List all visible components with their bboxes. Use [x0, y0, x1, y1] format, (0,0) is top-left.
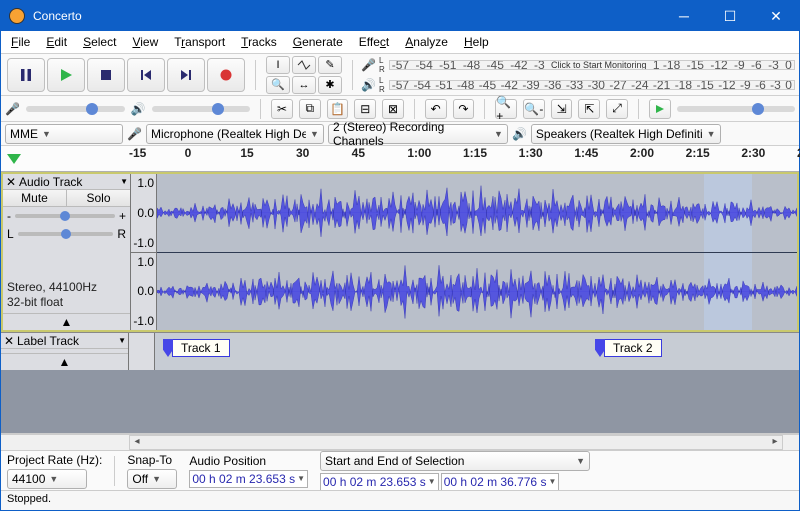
- menu-edit[interactable]: Edit: [38, 33, 75, 51]
- fit-project-button[interactable]: ⇱: [578, 99, 600, 119]
- audio-host-combo[interactable]: MME▼: [5, 124, 123, 144]
- zoom-tool[interactable]: 🔍: [266, 76, 290, 94]
- selection-mode-combo[interactable]: Start and End of Selection▼: [320, 451, 590, 471]
- project-rate-combo[interactable]: 44100▼: [7, 469, 87, 489]
- mic-icon: 🎤: [127, 127, 142, 141]
- tools-toolbar: I ✎ 🔍 ↔ ✱: [266, 56, 342, 94]
- selection-end-field[interactable]: 00 h 02 m 36.776 s▼: [441, 473, 560, 491]
- skip-start-button[interactable]: [127, 58, 165, 92]
- close-button[interactable]: ✕: [753, 1, 799, 31]
- playback-device-combo[interactable]: Speakers (Realtek High Definiti▼: [531, 124, 721, 144]
- recording-device-combo[interactable]: Microphone (Realtek High Defini▼: [146, 124, 324, 144]
- menu-help[interactable]: Help: [456, 33, 497, 51]
- speaker-icon: 🔊: [361, 78, 376, 92]
- maximize-button[interactable]: ☐: [707, 1, 753, 31]
- multi-tool[interactable]: ✱: [318, 76, 342, 94]
- gain-slider[interactable]: -+: [3, 207, 130, 225]
- waveform-area[interactable]: [157, 174, 797, 330]
- speaker-icon: 🔊: [131, 102, 146, 116]
- mic-icon: 🎤: [5, 102, 20, 116]
- horizontal-scrollbar[interactable]: ◂▸: [1, 434, 799, 450]
- menu-select[interactable]: Select: [75, 33, 124, 51]
- waveform-right-channel: [157, 253, 797, 331]
- play-button[interactable]: [47, 58, 85, 92]
- snap-to-combo[interactable]: Off▼: [127, 469, 177, 489]
- stop-button[interactable]: [87, 58, 125, 92]
- window-title: Concerto: [33, 9, 661, 23]
- recording-volume-slider[interactable]: [26, 106, 125, 112]
- timeline-ruler[interactable]: -1501530451:001:151:301:452:002:152:302:…: [1, 146, 799, 172]
- label-area[interactable]: Track 1 Track 2: [155, 333, 799, 370]
- transport-toolbar: I ✎ 🔍 ↔ ✱ 🎤LR-57-54-51-48-45-42-3Click t…: [1, 54, 799, 96]
- timeshift-tool[interactable]: ↔: [292, 76, 316, 94]
- minimize-button[interactable]: ─: [661, 1, 707, 31]
- pan-slider[interactable]: LR: [3, 225, 130, 243]
- trim-button[interactable]: ⊟: [354, 99, 376, 119]
- mute-button[interactable]: Mute: [3, 190, 67, 206]
- menu-file[interactable]: File: [3, 33, 38, 51]
- fit-selection-button[interactable]: ⇲: [551, 99, 573, 119]
- status-bar: Stopped.: [1, 490, 799, 510]
- play-at-speed-button[interactable]: [649, 99, 671, 119]
- audio-position-label: Audio Position: [189, 454, 308, 468]
- label-track: ✕ Label Track ▼ ▲ Track 1 Track 2: [1, 332, 799, 370]
- undo-button[interactable]: ↶: [425, 99, 447, 119]
- menu-transport[interactable]: Transport: [166, 33, 233, 51]
- menu-tracks[interactable]: Tracks: [233, 33, 285, 51]
- recording-meter[interactable]: 🎤LR-57-54-51-48-45-42-3Click to Start Mo…: [361, 56, 799, 94]
- track-format-info: Stereo, 44100Hz 32-bit float: [3, 278, 130, 313]
- menu-bar: File Edit Select View Transport Tracks G…: [1, 31, 799, 54]
- track-collapse-button[interactable]: ▲: [1, 353, 128, 370]
- menu-analyze[interactable]: Analyze: [397, 33, 456, 51]
- solo-button[interactable]: Solo: [67, 190, 130, 206]
- label-text[interactable]: Track 2: [604, 339, 662, 357]
- selection-tool[interactable]: I: [266, 56, 290, 74]
- snap-to-label: Snap-To: [127, 453, 177, 467]
- waveform-left-channel: [157, 174, 797, 253]
- cut-button[interactable]: ✂: [271, 99, 293, 119]
- audio-track: ✕ Audio Track ▼ Mute Solo -+ LR Stereo, …: [1, 172, 799, 332]
- track-menu-button[interactable]: ▼: [118, 336, 126, 345]
- titlebar: Concerto ─ ☐ ✕: [1, 1, 799, 31]
- playhead-icon[interactable]: [7, 154, 21, 164]
- track-name[interactable]: Label Track: [15, 334, 118, 348]
- label-text[interactable]: Track 1: [172, 339, 230, 357]
- menu-generate[interactable]: Generate: [285, 33, 351, 51]
- paste-button[interactable]: 📋: [327, 99, 349, 119]
- playback-volume-slider[interactable]: [152, 106, 251, 112]
- label-marker[interactable]: Track 2: [595, 339, 662, 357]
- draw-tool[interactable]: ✎: [318, 56, 342, 74]
- menu-effect[interactable]: Effect: [351, 33, 397, 51]
- speaker-icon: 🔊: [512, 127, 527, 141]
- silence-button[interactable]: ⊠: [382, 99, 404, 119]
- track-collapse-button[interactable]: ▲: [3, 313, 130, 330]
- audio-position-field[interactable]: 00 h 02 m 23.653 s▼: [189, 470, 308, 488]
- zoom-out-button[interactable]: 🔍-: [523, 99, 545, 119]
- track-control-panel: ✕ Audio Track ▼ Mute Solo -+ LR Stereo, …: [3, 174, 131, 330]
- selection-start-field[interactable]: 00 h 02 m 23.653 s▼: [320, 473, 439, 491]
- project-rate-label: Project Rate (Hz):: [7, 453, 102, 467]
- app-icon: [9, 8, 25, 24]
- envelope-tool[interactable]: [292, 56, 316, 74]
- label-marker[interactable]: Track 1: [163, 339, 230, 357]
- track-close-button[interactable]: ✕: [5, 175, 17, 189]
- mic-icon: 🎤: [361, 58, 376, 72]
- menu-view[interactable]: View: [124, 33, 166, 51]
- playback-speed-slider[interactable]: [677, 106, 795, 112]
- skip-end-button[interactable]: [167, 58, 205, 92]
- track-menu-button[interactable]: ▼: [120, 177, 128, 186]
- selection-toolbar: Project Rate (Hz): 44100▼ Snap-To Off▼ A…: [1, 450, 799, 490]
- pause-button[interactable]: [7, 58, 45, 92]
- zoom-in-button[interactable]: 🔍+: [495, 99, 517, 119]
- zoom-toggle-button[interactable]: ⤢: [606, 99, 628, 119]
- record-button[interactable]: [207, 58, 245, 92]
- copy-button[interactable]: ⧉: [299, 99, 321, 119]
- mixer-edit-toolbar: 🎤 🔊 ✂ ⧉ 📋 ⊟ ⊠ ↶ ↷ 🔍+ 🔍- ⇲ ⇱ ⤢: [1, 96, 799, 122]
- device-toolbar: MME▼ 🎤 Microphone (Realtek High Defini▼ …: [1, 122, 799, 146]
- tracks-area: ✕ Audio Track ▼ Mute Solo -+ LR Stereo, …: [1, 172, 799, 434]
- track-close-button[interactable]: ✕: [3, 334, 15, 348]
- track-name[interactable]: Audio Track: [17, 175, 120, 189]
- redo-button[interactable]: ↷: [453, 99, 475, 119]
- recording-channels-combo[interactable]: 2 (Stereo) Recording Channels▼: [328, 124, 508, 144]
